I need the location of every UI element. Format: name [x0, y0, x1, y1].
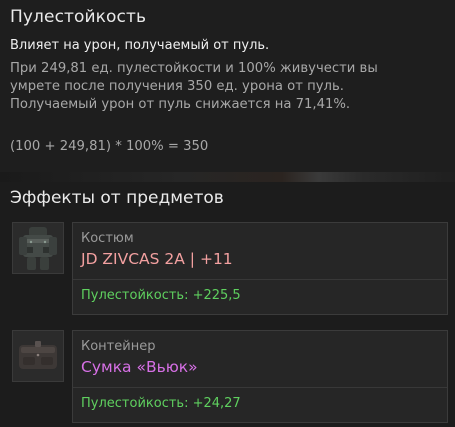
stat-info-section: Пулестойкость Влияет на урон, получаемый… [0, 0, 455, 173]
effect-item-name: JD ZIVCAS 2A | +11 [81, 250, 233, 268]
armor-suit-icon[interactable] [12, 222, 64, 274]
description-line: При 249,81 ед. пулестойкости и 100% живу… [10, 61, 378, 76]
effect-item-stat: Пулестойкость: +24,27 [81, 396, 241, 411]
effects-title: Эффекты от предметов [10, 188, 224, 208]
stat-tooltip: Пулестойкость Влияет на урон, получаемый… [0, 0, 455, 427]
container-bag-icon[interactable] [12, 330, 64, 382]
effect-item-card[interactable]: Костюм JD ZIVCAS 2A | +11 Пулестойкость:… [72, 222, 448, 315]
effect-item-stat: Пулестойкость: +225,5 [81, 288, 241, 303]
stat-description: При 249,81 ед. пулестойкости и 100% живу… [10, 60, 450, 114]
description-line: Получаемый урон от пуль снижается на 71,… [10, 97, 351, 112]
background-strip [0, 172, 455, 182]
effect-item-type: Костюм [81, 231, 134, 246]
stat-formula: (100 + 249,81) * 100% = 350 [10, 139, 209, 154]
stat-title: Пулестойкость [10, 7, 147, 27]
effect-item-type: Контейнер [81, 339, 156, 354]
effect-item-name: Сумка «Вьюк» [81, 358, 198, 376]
effect-item-card[interactable]: Контейнер Сумка «Вьюк» Пулестойкость: +2… [72, 330, 448, 423]
description-line: умрете после получения 350 ед. урона от … [10, 79, 344, 94]
stat-subtitle: Влияет на урон, получаемый от пуль. [10, 38, 270, 53]
